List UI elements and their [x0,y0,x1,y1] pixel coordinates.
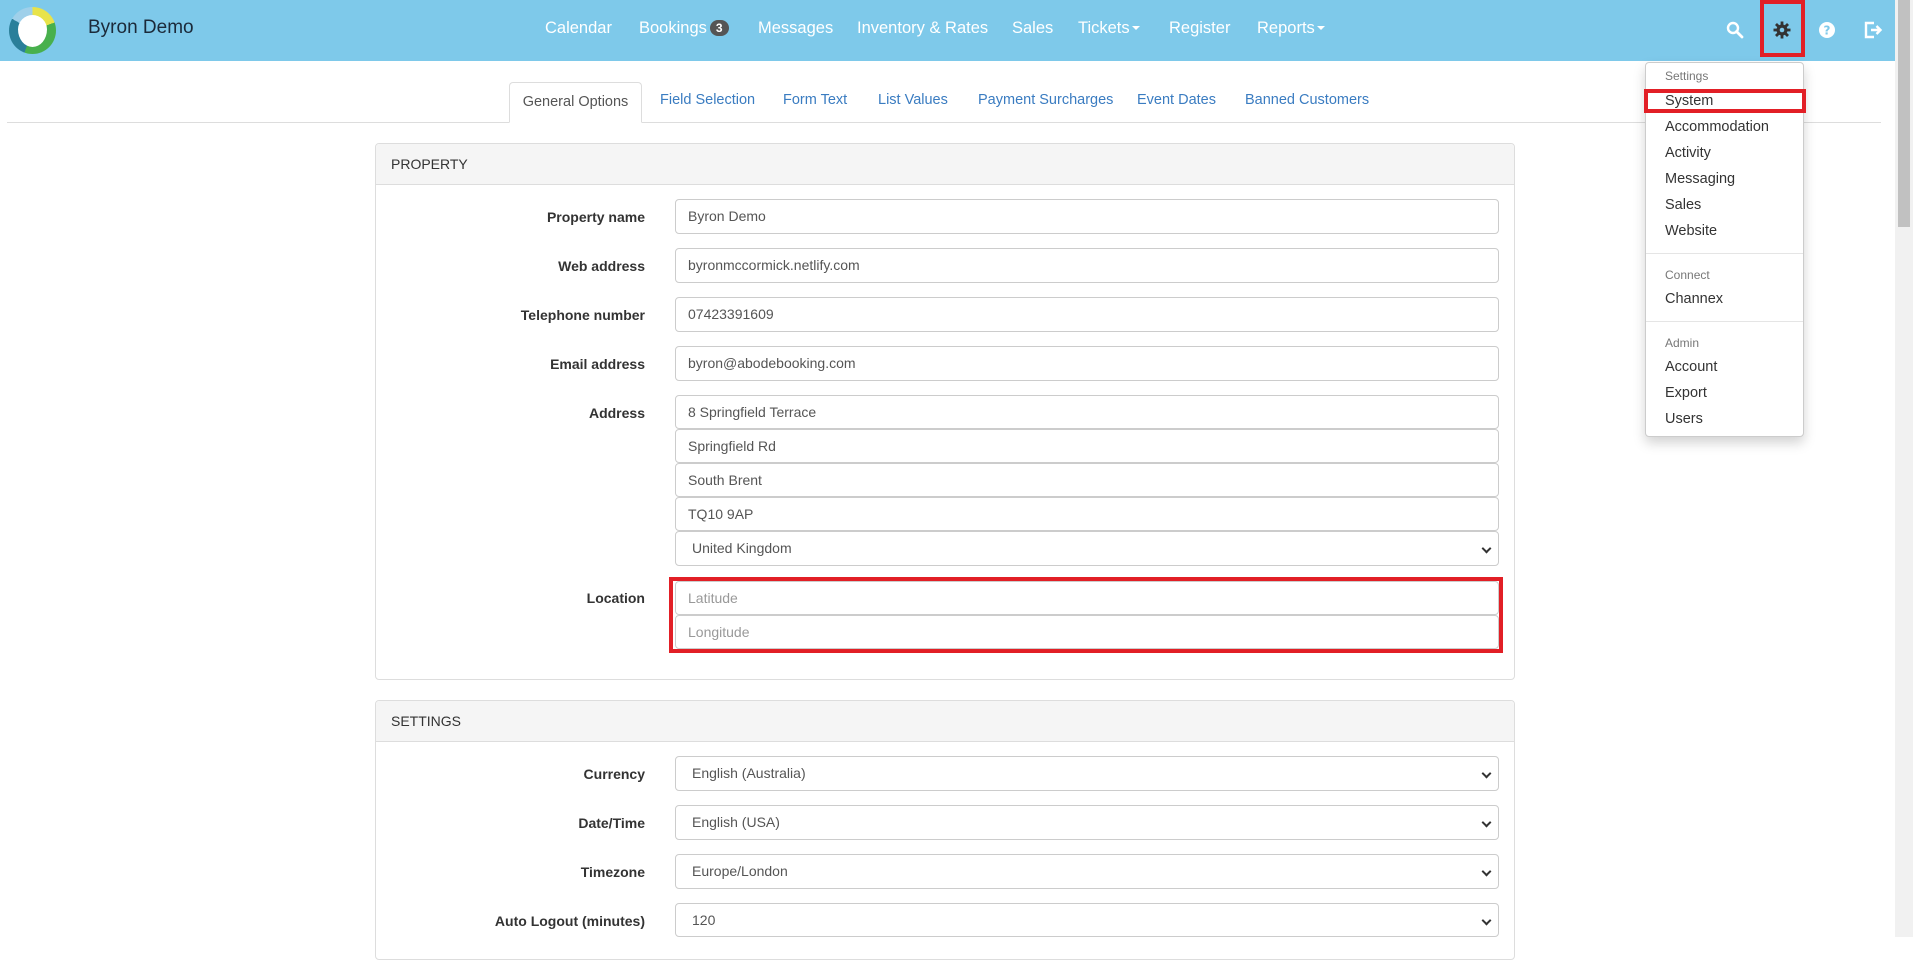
chevron-down-icon [1481,817,1492,828]
menu-item-messaging[interactable]: Messaging [1665,171,1735,187]
logout-icon[interactable] [1857,14,1889,46]
menu-item-account[interactable]: Account [1665,359,1717,375]
web-address-label: Web address [558,258,645,274]
dropdown-header-admin: Admin [1665,336,1700,350]
currency-select[interactable]: English (Australia) [675,756,1499,791]
search-icon[interactable] [1719,14,1751,46]
nav-bookings[interactable]: Bookings 3 [639,19,729,38]
nav-calendar[interactable]: Calendar [545,19,612,38]
nav-reports[interactable]: Reports [1257,19,1325,38]
tab-form-text[interactable]: Form Text [783,92,847,108]
settings-panel-heading: SETTINGS [376,701,1514,742]
svg-text:?: ? [1824,24,1831,38]
tab-event-dates[interactable]: Event Dates [1137,92,1216,108]
tabs-divider [7,122,1881,123]
autologout-select[interactable]: 120 [675,903,1499,937]
email-input[interactable]: byron@abodebooking.com [675,346,1499,381]
caret-down-icon [1131,26,1140,30]
menu-item-activity[interactable]: Activity [1665,145,1711,161]
nav-messages[interactable]: Messages [758,19,833,38]
datetime-select-value: English (USA) [692,814,780,830]
nav-tickets[interactable]: Tickets [1078,19,1140,38]
bookings-count-badge: 3 [709,20,729,36]
dropdown-header-connect: Connect [1665,268,1710,282]
dropdown-divider [1646,253,1803,254]
menu-item-website[interactable]: Website [1665,223,1717,239]
property-panel-heading: PROPERTY [376,144,1514,185]
menu-item-sales[interactable]: Sales [1665,197,1701,213]
timezone-select-value: Europe/London [692,863,788,879]
address-line1-input[interactable]: 8 Springfield Terrace [675,395,1499,429]
nav-register[interactable]: Register [1169,19,1230,38]
property-name-label: Property name [546,209,645,225]
autologout-label: Auto Logout (minutes) [494,913,645,929]
gear-highlight-box [1760,0,1805,57]
nav-tickets-label: Tickets [1078,19,1130,37]
tab-banned-customers[interactable]: Banned Customers [1245,92,1369,108]
country-select[interactable]: United Kingdom [675,531,1499,566]
nav-reports-label: Reports [1257,19,1315,37]
system-highlight-box [1644,89,1806,113]
email-label: Email address [550,356,645,372]
tab-payment-surcharges[interactable]: Payment Surcharges [978,92,1113,108]
caret-down-icon [1316,26,1325,30]
address-line3-input[interactable]: South Brent [675,463,1499,497]
top-navbar: Byron Demo Calendar Bookings 3 Messages I… [0,0,1895,61]
currency-select-value: English (Australia) [692,765,806,781]
location-label: Location [586,590,645,606]
menu-item-accommodation[interactable]: Accommodation [1665,119,1769,135]
logo[interactable] [9,7,56,54]
location-highlight-box [669,577,1503,653]
brand-name[interactable]: Byron Demo [88,17,194,39]
web-address-input[interactable]: byronmccormick.netlify.com [675,248,1499,283]
datetime-label: Date/Time [578,815,645,831]
tab-general-options[interactable]: General Options [509,82,642,123]
timezone-select[interactable]: Europe/London [675,854,1499,889]
chevron-down-icon [1481,866,1492,877]
chevron-down-icon [1481,543,1492,554]
chevron-down-icon [1481,768,1492,779]
property-name-input[interactable]: Byron Demo [675,199,1499,234]
dropdown-divider [1646,321,1803,322]
telephone-input[interactable]: 07423391609 [675,297,1499,332]
help-icon[interactable]: ? [1811,14,1843,46]
tab-field-selection[interactable]: Field Selection [660,92,755,108]
country-select-value: United Kingdom [692,540,792,556]
nav-bookings-label: Bookings [639,19,707,37]
timezone-label: Timezone [580,864,645,880]
currency-label: Currency [583,766,645,782]
datetime-select[interactable]: English (USA) [675,805,1499,840]
scrollbar-thumb[interactable] [1898,0,1910,227]
nav-sales[interactable]: Sales [1012,19,1053,38]
telephone-label: Telephone number [520,307,645,323]
address-label: Address [588,405,645,421]
postcode-input[interactable]: TQ10 9AP [675,497,1499,531]
chevron-down-icon [1481,915,1492,926]
menu-item-export[interactable]: Export [1665,385,1707,401]
menu-item-channex[interactable]: Channex [1665,291,1723,307]
menu-item-users[interactable]: Users [1665,411,1703,427]
nav-inventory-rates[interactable]: Inventory & Rates [857,19,988,38]
address-line2-input[interactable]: Springfield Rd [675,429,1499,463]
autologout-select-value: 120 [692,912,716,928]
dropdown-header-settings: Settings [1665,69,1709,83]
tab-list-values[interactable]: List Values [878,92,948,108]
